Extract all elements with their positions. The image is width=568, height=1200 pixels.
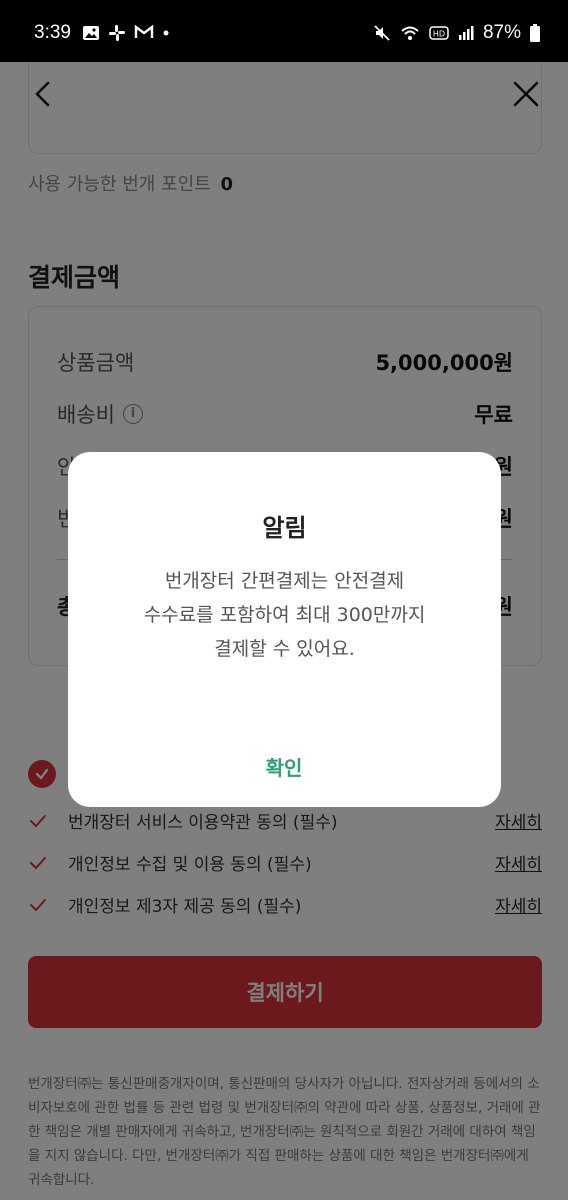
status-bar: 3:39 HD 87% [0,0,568,62]
dialog-title: 알림 [262,514,307,542]
dialog-line: 수수료를 포함하여 최대 300만까지 [143,604,426,626]
alert-dialog: 알림 번개장터 간편결제는 안전결제 수수료를 포함하여 최대 300만까지 결… [68,452,501,807]
svg-text:HD: HD [433,30,445,39]
mute-icon [374,25,390,41]
notification-icons [82,24,170,42]
confirm-button[interactable]: 확인 [234,748,334,788]
dialog-message: 번개장터 간편결제는 안전결제 수수료를 포함하여 최대 300만까지 결제할 … [98,564,471,666]
status-time: 3:39 [34,22,71,43]
gmail-icon [134,24,154,38]
dialog-line: 결제할 수 있어요. [214,638,355,660]
image-icon [83,26,99,40]
hd-icon: HD [429,26,449,40]
battery-icon [530,24,540,42]
signal-icon [458,26,474,40]
slack-icon [109,25,125,41]
dialog-line: 번개장터 간편결제는 안전결제 [164,570,405,592]
system-icons: HD 87% [373,22,540,44]
wifi-icon [401,26,419,40]
dot-icon [163,30,169,36]
battery-percent: 87% [482,22,521,43]
